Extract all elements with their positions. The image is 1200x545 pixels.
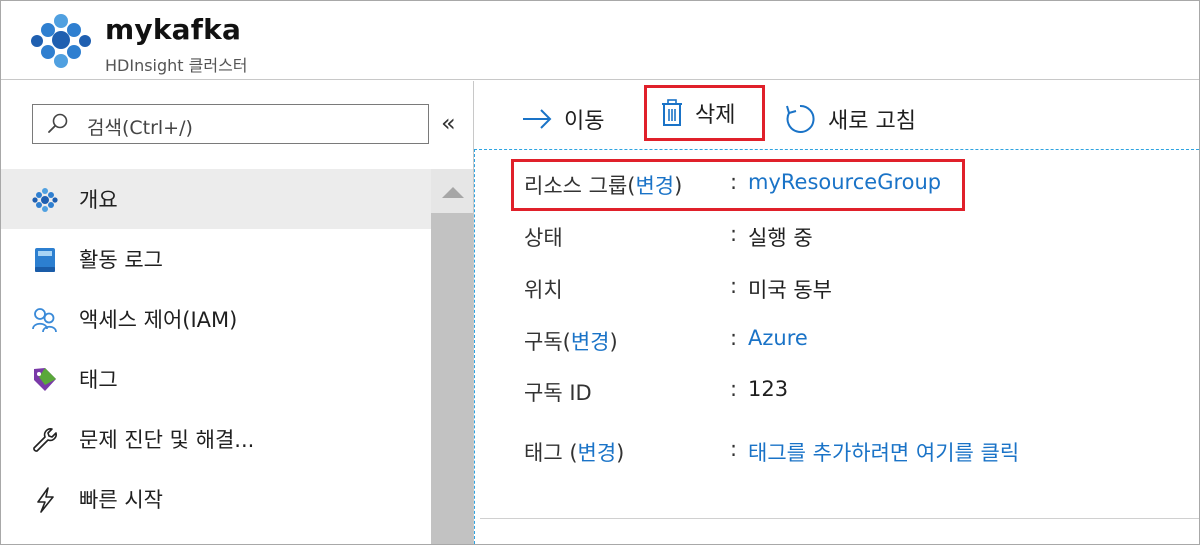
scrollbar-thumb[interactable] [431,213,474,544]
hdinsight-cluster-icon [31,14,91,68]
collapse-sidebar-button[interactable]: « [441,109,456,137]
sidebar-nav: 개요 활동 로그 액세스 제어(IAM) 태그 문제 진단 및 해결... 빠른… [1,169,431,529]
change-tags-link[interactable]: 변경 [578,441,617,465]
search-icon [48,113,68,133]
panel-divider [480,518,1199,519]
move-label: 이동 [564,109,605,134]
sidebar-item-tags[interactable]: 태그 [1,349,431,409]
resource-header: mykafka HDInsight 클러스터 [1,1,1199,80]
main-panel: 이동 삭제 새로 고침 리소스 그룹(변경) : myResourceGroup… [474,81,1199,544]
sidebar-item-diagnose[interactable]: 문제 진단 및 해결... [1,409,431,469]
move-button[interactable]: 이동 [522,97,604,141]
sidebar-item-label: 문제 진단 및 해결... [79,428,255,452]
tag-icon [34,368,56,391]
change-subscription-link[interactable]: 변경 [571,330,610,354]
page-title: mykafka [105,13,242,46]
sidebar-item-activity-log[interactable]: 활동 로그 [1,229,431,289]
status-value: 실행 중 [748,226,813,250]
property-label: 태그 (변경) [524,441,625,465]
refresh-icon [786,104,815,133]
refresh-label: 새로 고침 [828,109,916,134]
resource-group-link[interactable]: myResourceGroup [748,170,941,194]
wrench-icon [33,428,57,452]
sidebar-scrollbar[interactable] [431,169,474,544]
location-value: 미국 동부 [748,278,832,302]
sidebar-item-label: 액세스 제어(IAM) [79,308,238,332]
change-resource-group-link[interactable]: 변경 [635,174,674,198]
property-label: 구독(변경) [524,330,618,354]
sidebar-item-label: 태그 [79,368,118,392]
property-label: 구독 ID [524,381,592,405]
trash-icon [662,99,682,126]
refresh-button[interactable]: 새로 고침 [784,97,916,141]
arrow-right-icon [523,109,552,129]
sidebar-item-access-control[interactable]: 액세스 제어(IAM) [1,289,431,349]
delete-button[interactable]: 삭제 [644,85,765,141]
activity-log-book-icon [35,248,55,272]
subscription-id-value: 123 [748,377,789,401]
search-input[interactable]: 검색(Ctrl+/) [32,104,429,144]
search-placeholder: 검색(Ctrl+/) [87,117,193,139]
property-label: 위치 [524,278,563,302]
sidebar-item-label: 개요 [79,188,118,212]
delete-label: 삭제 [695,103,736,128]
sidebar: 검색(Ctrl+/) « 개요 활동 로그 액세스 제어(IAM) 태그 문제 … [1,81,474,544]
sidebar-item-quickstart[interactable]: 빠른 시작 [1,469,431,529]
people-icon [32,308,57,333]
property-label: 리소스 그룹(변경) [524,174,683,198]
page-subtitle: HDInsight 클러스터 [105,56,248,75]
sidebar-item-label: 빠른 시작 [79,488,163,512]
lightning-icon [37,487,54,513]
scroll-up-arrow-icon[interactable] [442,187,464,198]
sidebar-item-label: 활동 로그 [79,248,163,272]
overview-cluster-icon [32,188,58,212]
subscription-link[interactable]: Azure [748,326,808,350]
sidebar-item-overview[interactable]: 개요 [1,169,431,229]
add-tags-link[interactable]: 태그를 추가하려면 여기를 클릭 [748,437,1019,467]
property-label: 상태 [524,226,563,250]
